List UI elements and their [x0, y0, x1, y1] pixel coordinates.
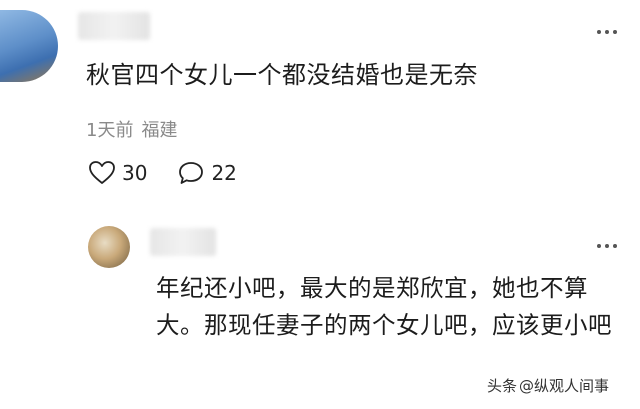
watermark: 头条 @纵观人间事 [487, 375, 609, 396]
reply-text: 年纪还小吧，最大的是郑欣宜，她也不算大。那现任妻子的两个女儿吧，应该更小吧 [156, 274, 612, 339]
comment-time: 1天前 [86, 120, 134, 141]
comment-meta: 1天前 福建 [86, 116, 177, 142]
reply-button[interactable]: 22 [177, 160, 237, 186]
watermark-account: @纵观人间事 [519, 377, 610, 395]
comment-bubble-icon [179, 162, 204, 184]
replier-avatar[interactable] [88, 226, 130, 268]
reply-count: 22 [211, 161, 237, 185]
comment-actions: 30 22 [88, 160, 267, 186]
comment-thread: 秋官四个女儿一个都没结婚也是无奈 1天前 福建 30 22 年纪还小吧，最大的是… [0, 0, 640, 409]
commenter-name-blurred[interactable] [78, 12, 150, 40]
commenter-avatar[interactable] [0, 10, 58, 82]
replier-name-blurred[interactable] [150, 228, 216, 256]
more-options-icon[interactable] [597, 30, 617, 34]
reply-more-options-icon[interactable] [597, 244, 617, 248]
like-button[interactable]: 30 [88, 160, 147, 186]
heart-icon [89, 161, 115, 184]
comment-text: 秋官四个女儿一个都没结婚也是无奈 [86, 61, 478, 89]
comment-location: 福建 [141, 120, 178, 141]
like-count: 30 [122, 161, 148, 185]
watermark-platform: 头条 [487, 377, 518, 395]
